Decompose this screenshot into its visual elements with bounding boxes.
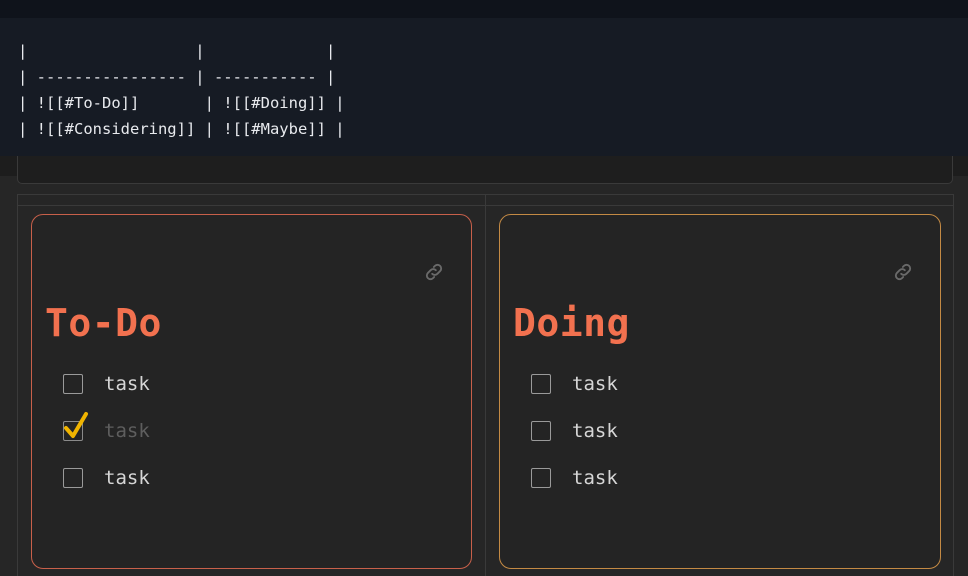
doing-card: Doing task task task	[499, 214, 941, 569]
task-list-todo: task task task	[63, 371, 150, 512]
task-checkbox[interactable]	[63, 374, 83, 394]
link-icon[interactable]	[892, 261, 914, 283]
table-border-left	[17, 206, 18, 576]
task-item: task	[531, 418, 618, 465]
task-checkbox[interactable]	[531, 421, 551, 441]
check-icon	[64, 412, 88, 438]
task-checkbox[interactable]	[531, 374, 551, 394]
card-title-todo: To-Do	[45, 301, 162, 345]
task-item: task	[531, 371, 618, 418]
code-line-1: | | |	[18, 42, 336, 60]
link-icon[interactable]	[423, 261, 445, 283]
task-checkbox[interactable]	[63, 468, 83, 488]
task-checkbox[interactable]	[531, 468, 551, 488]
code-line-2: | ---------------- | ----------- |	[18, 68, 336, 86]
task-item: task	[531, 465, 618, 512]
task-item: task	[63, 412, 150, 465]
task-label: task	[572, 420, 618, 442]
task-item: task	[63, 465, 150, 512]
task-label: task	[572, 373, 618, 395]
top-strip	[0, 0, 968, 18]
table-column-divider	[485, 194, 486, 576]
code-line-4: | ![[#Considering]] | ![[#Maybe]] |	[18, 120, 345, 138]
table-border-right	[953, 206, 954, 576]
task-label: task	[104, 373, 150, 395]
task-label: task	[104, 420, 150, 442]
code-block[interactable]: | | | | ---------------- | ----------- |…	[0, 18, 968, 156]
card-title-doing: Doing	[513, 301, 630, 345]
task-checkbox-checked[interactable]	[63, 412, 88, 441]
task-label: task	[572, 467, 618, 489]
todo-card: To-Do task task task	[31, 214, 472, 569]
task-label: task	[104, 467, 150, 489]
task-list-doing: task task task	[531, 371, 618, 512]
code-line-3: | ![[#To-Do]] | ![[#Doing]] |	[18, 94, 345, 112]
